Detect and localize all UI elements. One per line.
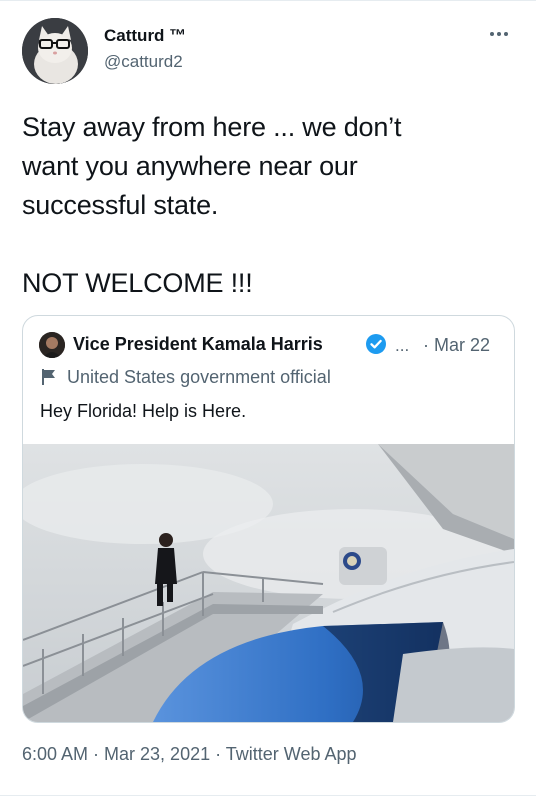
flag-icon bbox=[42, 369, 55, 385]
airplane-stairs-photo[interactable] bbox=[23, 444, 514, 722]
more-options-button[interactable] bbox=[484, 22, 514, 46]
author-avatar[interactable] bbox=[22, 18, 88, 84]
author-handle[interactable]: @catturd2 bbox=[104, 52, 183, 72]
author-name[interactable]: Catturd ™ bbox=[104, 26, 186, 46]
quoted-author-name[interactable]: Vice President Kamala Harris bbox=[73, 334, 323, 355]
quoted-tweet-card[interactable]: Vice President Kamala Harris ... · Mar 2… bbox=[22, 315, 515, 723]
quoted-author-avatar[interactable] bbox=[39, 332, 65, 358]
more-icon bbox=[490, 32, 494, 36]
more-icon-dot bbox=[497, 32, 501, 36]
more-icon-dot bbox=[504, 32, 508, 36]
bottom-divider bbox=[0, 795, 536, 796]
quoted-author-handle[interactable]: ... bbox=[395, 336, 409, 356]
tweet-timestamp[interactable]: 6:00 AM · Mar 23, 2021 · Twitter Web App bbox=[22, 744, 357, 765]
quoted-tweet-text: Hey Florida! Help is Here. bbox=[40, 401, 247, 421]
government-official-label: United States government official bbox=[67, 367, 331, 387]
cat-avatar-icon bbox=[22, 18, 88, 84]
quoted-tweet-date[interactable]: · Mar 22 bbox=[423, 335, 490, 356]
person-avatar-icon bbox=[39, 332, 65, 358]
top-divider bbox=[0, 0, 536, 1]
verified-badge-icon bbox=[366, 334, 386, 354]
tweet-text: Stay away from here ... we don’t want yo… bbox=[22, 112, 402, 298]
